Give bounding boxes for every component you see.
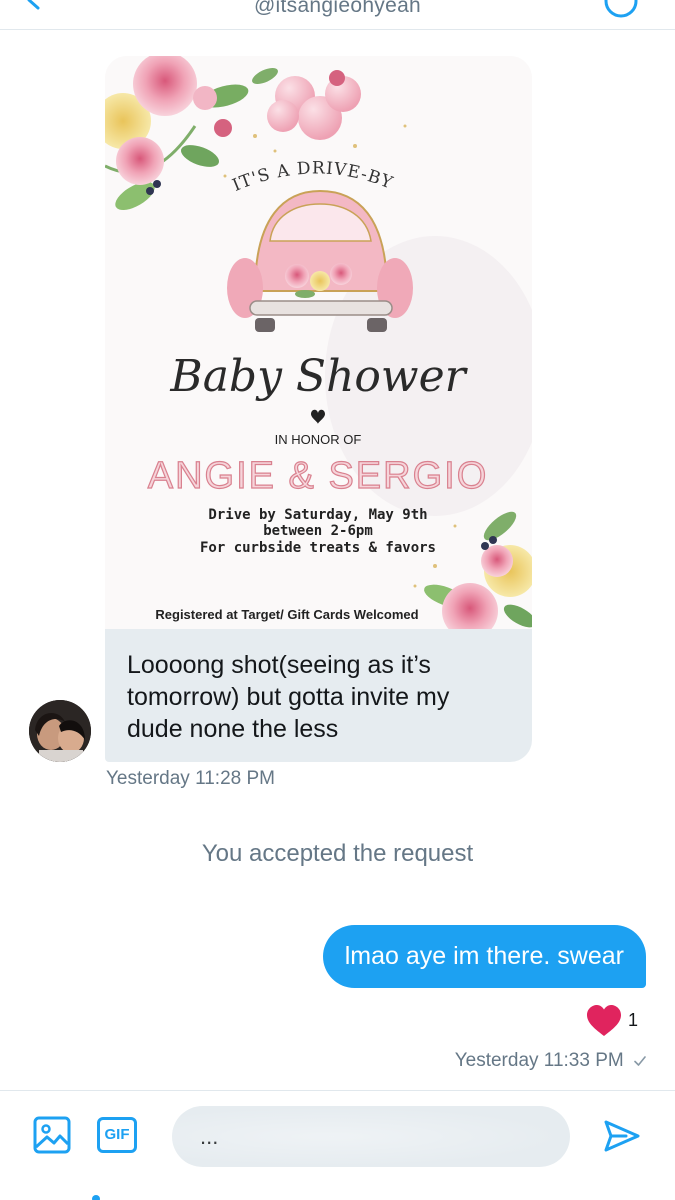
conversation-handle[interactable]: @itsangieohyeah <box>0 0 675 18</box>
outgoing-message-text: lmao aye im there. swear <box>344 942 624 970</box>
outgoing-message-bubble[interactable]: lmao aye im there. swear <box>322 925 646 988</box>
invite-script-title: Baby Shower <box>169 351 468 402</box>
invite-detail-line-1: Drive by Saturday, May 9th <box>208 507 427 523</box>
outgoing-timestamp: Yesterday 11:33 PM <box>455 1050 647 1072</box>
reaction-summary[interactable]: 1 <box>585 1004 641 1036</box>
invite-in-honor: IN HONOR OF <box>275 432 362 447</box>
heart-icon <box>587 1005 621 1036</box>
incoming-message-bubble[interactable]: Loooong shot(seeing as it’s tomorrow) bu… <box>105 629 532 762</box>
message-input-container[interactable] <box>172 1106 570 1167</box>
message-composer: GIF <box>0 1090 675 1200</box>
incoming-message-text: Loooong shot(seeing as it’s tomorrow) bu… <box>127 651 450 743</box>
gif-icon[interactable]: GIF <box>97 1117 137 1153</box>
info-icon[interactable] <box>604 0 638 18</box>
check-icon <box>634 1056 646 1066</box>
invite-names: ANGIE & SERGIO <box>148 455 489 497</box>
conversation-header: @itsangieohyeah <box>0 0 675 30</box>
gif-label: GIF <box>104 1126 130 1143</box>
invitation-image[interactable]: IT'S A DRIVE-BY Baby Shower IN HONOR OF … <box>105 56 532 631</box>
request-accepted-notice: You accepted the request <box>201 840 474 867</box>
send-icon[interactable] <box>602 1116 642 1156</box>
avatar[interactable] <box>29 700 91 762</box>
invite-registry: Registered at Target/ Gift Cards Welcome… <box>155 607 418 622</box>
outgoing-timestamp-text: Yesterday 11:33 PM <box>454 1050 624 1071</box>
invite-detail-line-2: between 2-6pm <box>263 523 373 539</box>
message-input[interactable] <box>172 1106 570 1167</box>
page-indicator-dot <box>92 1195 100 1200</box>
invite-detail-line-3: For curbside treats & favors <box>200 540 436 556</box>
reaction-count: 1 <box>628 1010 639 1030</box>
incoming-timestamp: Yesterday 11:28 PM <box>106 768 275 789</box>
invitation-artwork: IT'S A DRIVE-BY Baby Shower IN HONOR OF … <box>105 56 532 631</box>
image-icon[interactable] <box>32 1115 72 1155</box>
